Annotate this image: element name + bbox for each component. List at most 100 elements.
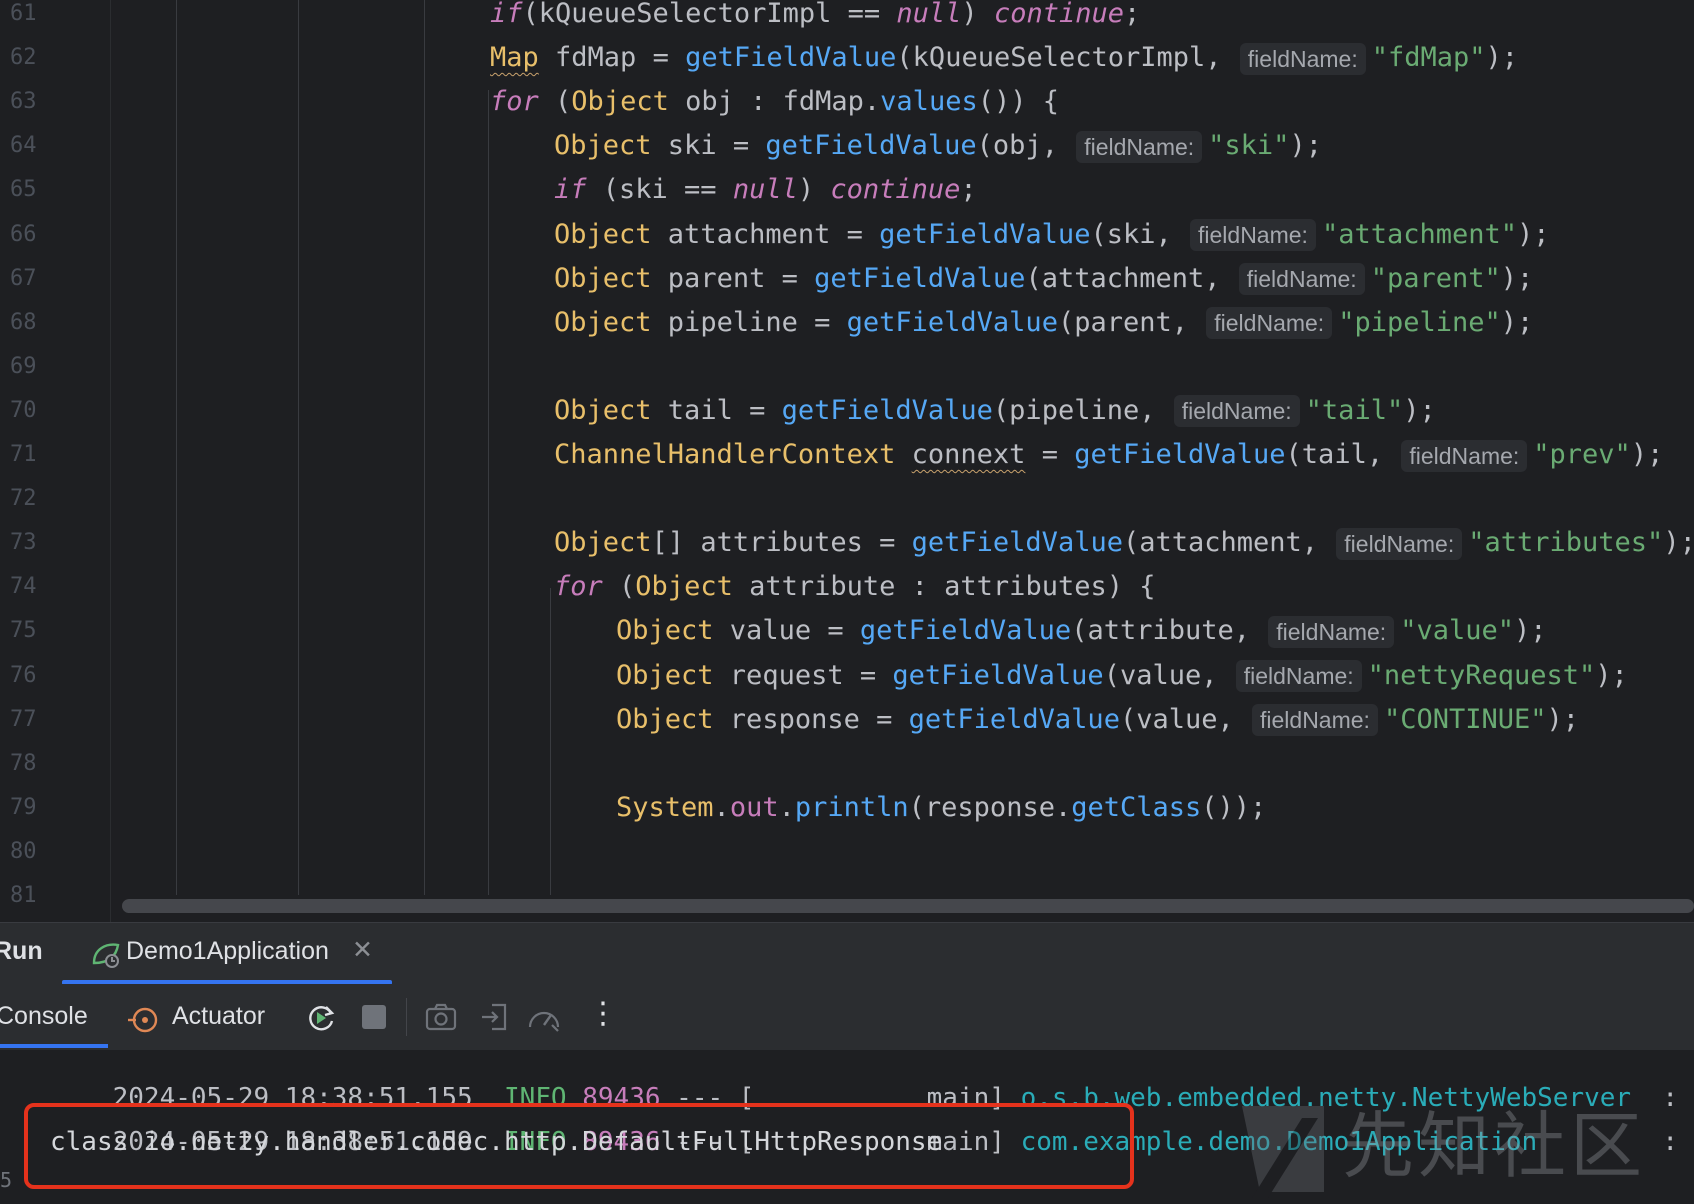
line-number: 67: [10, 265, 37, 291]
code-line[interactable]: Object tail = getFieldValue(pipeline, fi…: [554, 389, 1436, 433]
line-number: 66: [10, 221, 37, 247]
code-token: for: [490, 86, 539, 118]
code-token: parent =: [651, 262, 815, 294]
code-line[interactable]: Object pipeline = getFieldValue(parent, …: [554, 301, 1533, 345]
code-token: "value": [1400, 615, 1514, 647]
code-token: Object: [616, 615, 714, 647]
indent-guide: [550, 588, 551, 895]
line-number: 68: [10, 309, 37, 335]
code-token: "nettyRequest": [1367, 659, 1596, 691]
line-number: 76: [10, 662, 37, 688]
code-token: (kQueueSelectorImpl,: [896, 42, 1238, 74]
code-token: "attachment": [1321, 218, 1518, 250]
code-token: );: [1403, 394, 1436, 426]
tab-demo1application[interactable]: Demo1Application ✕: [62, 923, 392, 985]
actuator-tab[interactable]: Actuator: [172, 1002, 265, 1031]
stop-icon[interactable]: [360, 1003, 388, 1035]
code-token: );: [1517, 218, 1550, 250]
code-token: (pipeline,: [992, 394, 1172, 426]
line-number: 75: [10, 618, 37, 644]
code-editor[interactable]: 61 62 63 64 65 66 67 68 69 70 71 72 73 74 75 76 77 78 79 80…: [0, 0, 1694, 922]
more-options-icon[interactable]: ⋮: [588, 996, 618, 1031]
code-token: Object: [554, 306, 652, 338]
code-token: );: [1663, 527, 1694, 559]
console-tab[interactable]: Console: [0, 1002, 88, 1031]
run-toolbar: Console Actuator ⋮: [0, 984, 1694, 1050]
code-token: Object: [554, 262, 652, 294]
code-token: "ski": [1208, 130, 1290, 162]
code-token: Object: [554, 130, 652, 162]
horizontal-scrollbar[interactable]: [122, 899, 1694, 913]
code-line[interactable]: Object value = getFieldValue(attribute, …: [616, 609, 1547, 653]
code-token: "attributes": [1468, 527, 1664, 559]
code-token: pipeline =: [651, 306, 847, 338]
code-token: request =: [713, 659, 893, 691]
code-line[interactable]: if(kQueueSelectorImpl == null) continue;: [490, 0, 1140, 36]
indent-guide: [488, 90, 489, 895]
code-line[interactable]: for (Object attribute : attributes) {: [554, 565, 1155, 609]
code-token: tail =: [651, 394, 782, 426]
rerun-icon[interactable]: [304, 1001, 338, 1039]
code-token: .: [713, 791, 730, 823]
line-number: 79: [10, 794, 37, 820]
code-line[interactable]: Object request = getFieldValue(value, fi…: [616, 654, 1628, 698]
output-highlight-box: [24, 1103, 1134, 1189]
profiler-gauge-icon[interactable]: [526, 1001, 562, 1037]
code-token: (: [538, 86, 572, 118]
login-icon[interactable]: [478, 1001, 510, 1037]
code-token: getClass: [1071, 791, 1202, 823]
code-token: out: [729, 791, 779, 823]
console-gutter-number: 5: [0, 1168, 13, 1192]
code-token: "prev": [1533, 439, 1631, 470]
code-token: Object: [554, 394, 652, 426]
code-token: System: [616, 791, 714, 823]
code-token: (ski,: [1090, 218, 1188, 250]
line-number: 65: [10, 177, 37, 203]
code-line[interactable]: for (Object obj : fdMap.values()) {: [490, 80, 1059, 124]
code-token: connext: [911, 439, 1026, 470]
code-token: (parent,: [1057, 306, 1205, 338]
code-line[interactable]: System.out.println(response.getClass());: [616, 786, 1266, 830]
parameter-hint: fieldName:: [1173, 395, 1300, 428]
log-line: 2024-05-29 18:38:51.155 INFO 89436 --- […: [50, 1050, 1694, 1113]
code-token: =: [1025, 439, 1075, 470]
code-token: null: [896, 0, 962, 29]
code-line[interactable]: Object parent = getFieldValue(attachment…: [554, 257, 1533, 301]
parameter-hint: fieldName:: [1235, 660, 1362, 692]
code-token: (obj,: [976, 130, 1075, 162]
watermark: 先知社区: [1232, 1098, 1694, 1200]
code-line[interactable]: if (ski == null) continue;: [554, 168, 977, 212]
code-token: Object: [554, 218, 652, 250]
code-token: continue: [830, 174, 961, 206]
parameter-hint: fieldName:: [1190, 219, 1316, 251]
line-number: 77: [10, 706, 37, 732]
code-token: Object: [635, 571, 733, 603]
code-token: getFieldValue: [846, 306, 1058, 338]
code-token: );: [1546, 703, 1580, 735]
code-line[interactable]: Map fdMap = getFieldValue(kQueueSelector…: [490, 36, 1518, 80]
line-number: 61: [10, 1, 37, 26]
close-tab-icon[interactable]: ✕: [352, 935, 373, 964]
code-token: [] attributes =: [651, 527, 912, 559]
line-number: 74: [10, 574, 37, 600]
code-line[interactable]: Object response = getFieldValue(value, f…: [616, 698, 1579, 742]
code-line[interactable]: ChannelHandlerContext connext = getField…: [554, 433, 1663, 477]
code-line[interactable]: Object attachment = getFieldValue(ski, f…: [554, 213, 1550, 257]
code-line[interactable]: Object[] attributes = getFieldValue(atta…: [554, 521, 1694, 565]
code-token: Object: [554, 527, 652, 559]
spring-boot-run-icon: [90, 939, 122, 973]
code-token: );: [1514, 615, 1547, 647]
code-token: getFieldValue: [908, 703, 1120, 735]
code-token: "fdMap": [1371, 42, 1486, 74]
code-line[interactable]: Object ski = getFieldValue(obj, fieldNam…: [554, 124, 1322, 168]
camera-icon[interactable]: [424, 1001, 458, 1037]
code-token: fdMap =: [538, 42, 686, 74]
line-number-gutter: 61 62 63 64 65 66 67 68 69 70 71 72 73 74 75 76 77 78 79 80…: [0, 0, 111, 922]
parameter-hint: fieldName:: [1268, 615, 1395, 648]
code-token: "tail": [1305, 394, 1404, 426]
console-tab-indicator: [0, 1044, 108, 1048]
code-token: "parent": [1370, 262, 1501, 294]
actuator-icon: [128, 1005, 162, 1039]
parameter-hint: fieldName:: [1252, 704, 1378, 737]
